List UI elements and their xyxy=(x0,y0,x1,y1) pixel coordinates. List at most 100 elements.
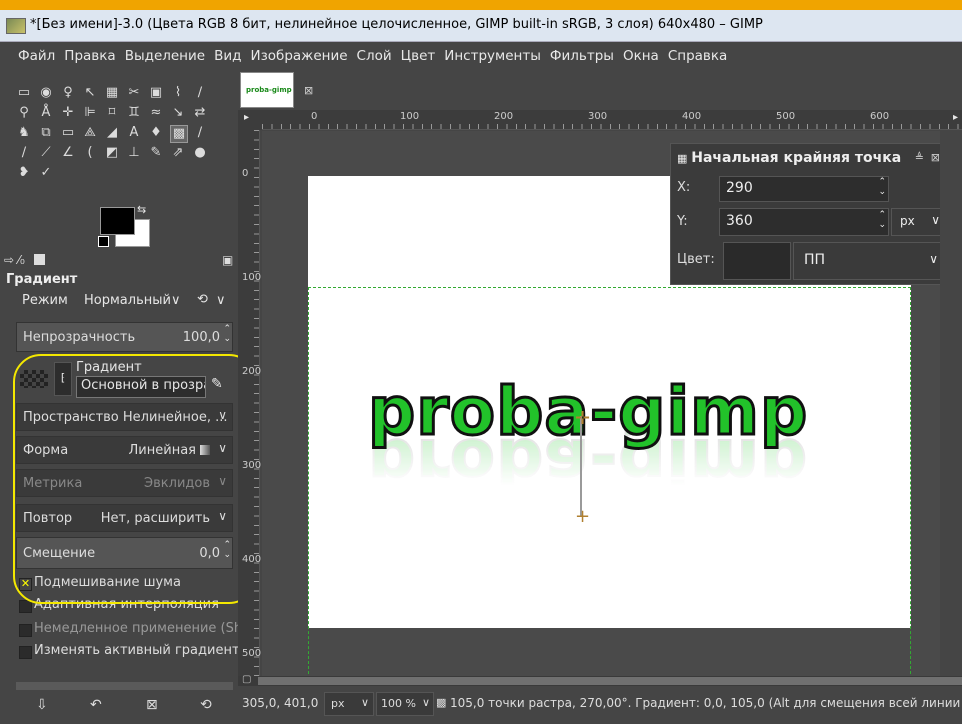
warp-icon[interactable]: ≈ xyxy=(148,105,164,121)
y-spin-icon[interactable]: ⌃ ⌄ xyxy=(878,210,886,230)
gradient-preview-icon[interactable] xyxy=(20,370,48,388)
horizontal-ruler[interactable]: 0 100 200 300 400 500 600 ▸ xyxy=(262,110,962,130)
menu-edit[interactable]: Правка xyxy=(64,48,115,64)
save-preset-icon[interactable]: ⇩ xyxy=(36,697,48,713)
metric-select[interactable]: Метрика Эвклидов ∨ xyxy=(16,469,233,497)
navigate-icon[interactable]: ▸ xyxy=(953,112,958,123)
ruler-corner[interactable]: ▸ xyxy=(238,110,262,130)
y-field[interactable]: 360 ⌃ ⌄ xyxy=(719,208,889,236)
shape-select[interactable]: Форма Линейная ∨ xyxy=(16,436,233,464)
ink-icon[interactable]: ( xyxy=(82,145,98,161)
modify-gradient-checkbox[interactable] xyxy=(19,646,32,659)
crop-icon[interactable]: ⌑ xyxy=(104,105,120,121)
mode-chevron-icon[interactable]: ∨ xyxy=(171,293,181,308)
move-icon[interactable]: ✛ xyxy=(60,105,76,121)
foreground-color-swatch[interactable] xyxy=(100,207,135,235)
zoom-combo[interactable]: 100 % ∨ xyxy=(376,692,434,716)
blur-icon[interactable]: ❥ xyxy=(16,165,32,181)
bucket-fill-icon[interactable]: ♦ xyxy=(148,125,164,141)
x-field[interactable]: 290 ⌃ ⌄ xyxy=(719,176,889,202)
opacity-slider[interactable]: Непрозрачность 100,0 ⌃ ⌄ xyxy=(16,322,233,352)
measure-icon[interactable]: Å xyxy=(38,105,54,121)
menu-select[interactable]: Выделение xyxy=(125,48,205,64)
dialog-up-icon[interactable]: ≜ xyxy=(915,151,924,164)
configure-tab-icon[interactable]: ▣ xyxy=(222,253,233,267)
undo-history-tab-icon[interactable] xyxy=(34,254,45,265)
shear-icon[interactable]: ⟁ xyxy=(82,125,98,141)
airbrush-icon[interactable]: ∠ xyxy=(60,145,76,161)
flip-icon[interactable]: ⇄ xyxy=(192,105,208,121)
repeat-select[interactable]: Повтор Нет, расширить ∨ xyxy=(16,504,233,532)
vertical-ruler[interactable]: 0 100 200 300 400 500 xyxy=(238,130,261,680)
toolbox-scrollbar[interactable] xyxy=(16,682,233,690)
dodge-icon[interactable]: ● xyxy=(192,145,208,161)
rect-select-icon[interactable]: ▭ xyxy=(16,85,32,101)
menu-windows[interactable]: Окна xyxy=(623,48,659,64)
zoom-icon[interactable]: ⚲ xyxy=(16,105,32,121)
smudge-icon[interactable]: ⇗ xyxy=(170,145,186,161)
unit-select[interactable]: px ∨ xyxy=(891,208,945,236)
gradient-select[interactable]: Основной в прозрач xyxy=(76,376,206,398)
clone-icon[interactable]: ⊥ xyxy=(126,145,142,161)
gradient-line[interactable] xyxy=(580,416,582,516)
horizontal-scrollbar-thumb[interactable] xyxy=(258,677,962,685)
offset-spin-icon[interactable]: ⌃ ⌄ xyxy=(223,540,231,560)
dialog-close-icon[interactable]: ⊠ xyxy=(931,151,940,164)
adaptive-checkbox[interactable] xyxy=(19,600,32,613)
menu-layer[interactable]: Слой xyxy=(357,48,392,64)
menu-image[interactable]: Изображение xyxy=(250,48,347,64)
scale-icon[interactable]: ▭ xyxy=(60,125,76,141)
device-status-tab-icon[interactable]: ⁄₀ xyxy=(18,253,25,267)
dodge-burn-icon[interactable]: ✓ xyxy=(38,165,54,181)
by-color-select-icon[interactable]: ▦ xyxy=(104,85,120,101)
zoom-fit-icon[interactable]: ▢ xyxy=(242,674,251,685)
opacity-spin-icon[interactable]: ⌃ ⌄ xyxy=(223,324,231,344)
bucket-warp-icon[interactable]: ♞ xyxy=(16,125,32,141)
menu-tools[interactable]: Инструменты xyxy=(444,48,541,64)
default-colors-icon[interactable] xyxy=(98,236,109,247)
gradient-start-handle-icon[interactable]: ✛ xyxy=(575,408,590,429)
offset-slider[interactable]: Смещение 0,0 ⌃ ⌄ xyxy=(16,537,233,569)
mode-extra-chevron-icon[interactable]: ∨ xyxy=(216,293,226,308)
handle-transform-icon[interactable]: ◢ xyxy=(104,125,120,141)
align-icon[interactable]: ⊫ xyxy=(82,105,98,121)
dither-checkbox[interactable]: ✕ xyxy=(19,578,32,591)
foreground-select-icon[interactable]: ▣ xyxy=(148,85,164,101)
menu-file[interactable]: Файл xyxy=(18,48,55,64)
image-tab-thumbnail[interactable]: proba-gimp xyxy=(240,72,294,108)
menu-view[interactable]: Вид xyxy=(214,48,241,64)
reset-options-icon[interactable]: ⟲ xyxy=(200,697,212,713)
perspective-icon[interactable]: ⧉ xyxy=(38,125,54,141)
unified-transform-icon[interactable]: ♊ xyxy=(126,105,142,121)
gradient-end-handle-icon[interactable]: + xyxy=(575,506,590,527)
endpoint-color-swatch[interactable] xyxy=(723,242,791,280)
pencil-icon[interactable]: ∕ xyxy=(192,125,208,141)
paths-icon[interactable]: ⌇ xyxy=(170,85,186,101)
color-picker-icon[interactable]: ∕ xyxy=(192,85,208,101)
menu-help[interactable]: Справка xyxy=(668,48,727,64)
color-space-select[interactable]: Пространство Нелинейное, ... ∨ xyxy=(16,403,233,431)
text-tool-icon[interactable]: A xyxy=(126,125,142,141)
endpoint-dialog-header[interactable]: ▦ Начальная крайняя точка xyxy=(677,150,901,166)
fuzzy-select-icon[interactable]: ↖ xyxy=(82,85,98,101)
gradient-edit-icon[interactable]: ✎ xyxy=(211,376,223,392)
ellipse-select-icon[interactable]: ◉ xyxy=(38,85,54,101)
color-mode-select[interactable]: ПП ∨ xyxy=(793,242,947,280)
gradient-tool-icon[interactable]: ▩ xyxy=(170,125,188,143)
paintbrush-icon[interactable]: ∕ xyxy=(16,145,32,161)
restore-preset-icon[interactable]: ↶ xyxy=(90,697,102,713)
instant-checkbox[interactable] xyxy=(19,624,32,637)
cage-icon[interactable]: ↘ xyxy=(170,105,186,121)
gradient-reverse-icon[interactable]: ⁅ xyxy=(54,362,72,396)
menu-filters[interactable]: Фильтры xyxy=(550,48,614,64)
delete-preset-icon[interactable]: ⊠ xyxy=(146,697,158,713)
mypaint-icon[interactable]: ◩ xyxy=(104,145,120,161)
mode-select[interactable]: Нормальный xyxy=(84,293,171,308)
eraser-icon[interactable]: ⟋ xyxy=(38,145,54,161)
close-image-tab-icon[interactable]: ⊠ xyxy=(304,84,313,97)
free-select-icon[interactable]: ♀ xyxy=(60,85,76,101)
scissors-icon[interactable]: ✂ xyxy=(126,85,142,101)
heal-icon[interactable]: ✎ xyxy=(148,145,164,161)
unit-combo[interactable]: px ∨ xyxy=(324,692,374,716)
quick-mask-icon[interactable]: ▸ xyxy=(244,112,249,123)
